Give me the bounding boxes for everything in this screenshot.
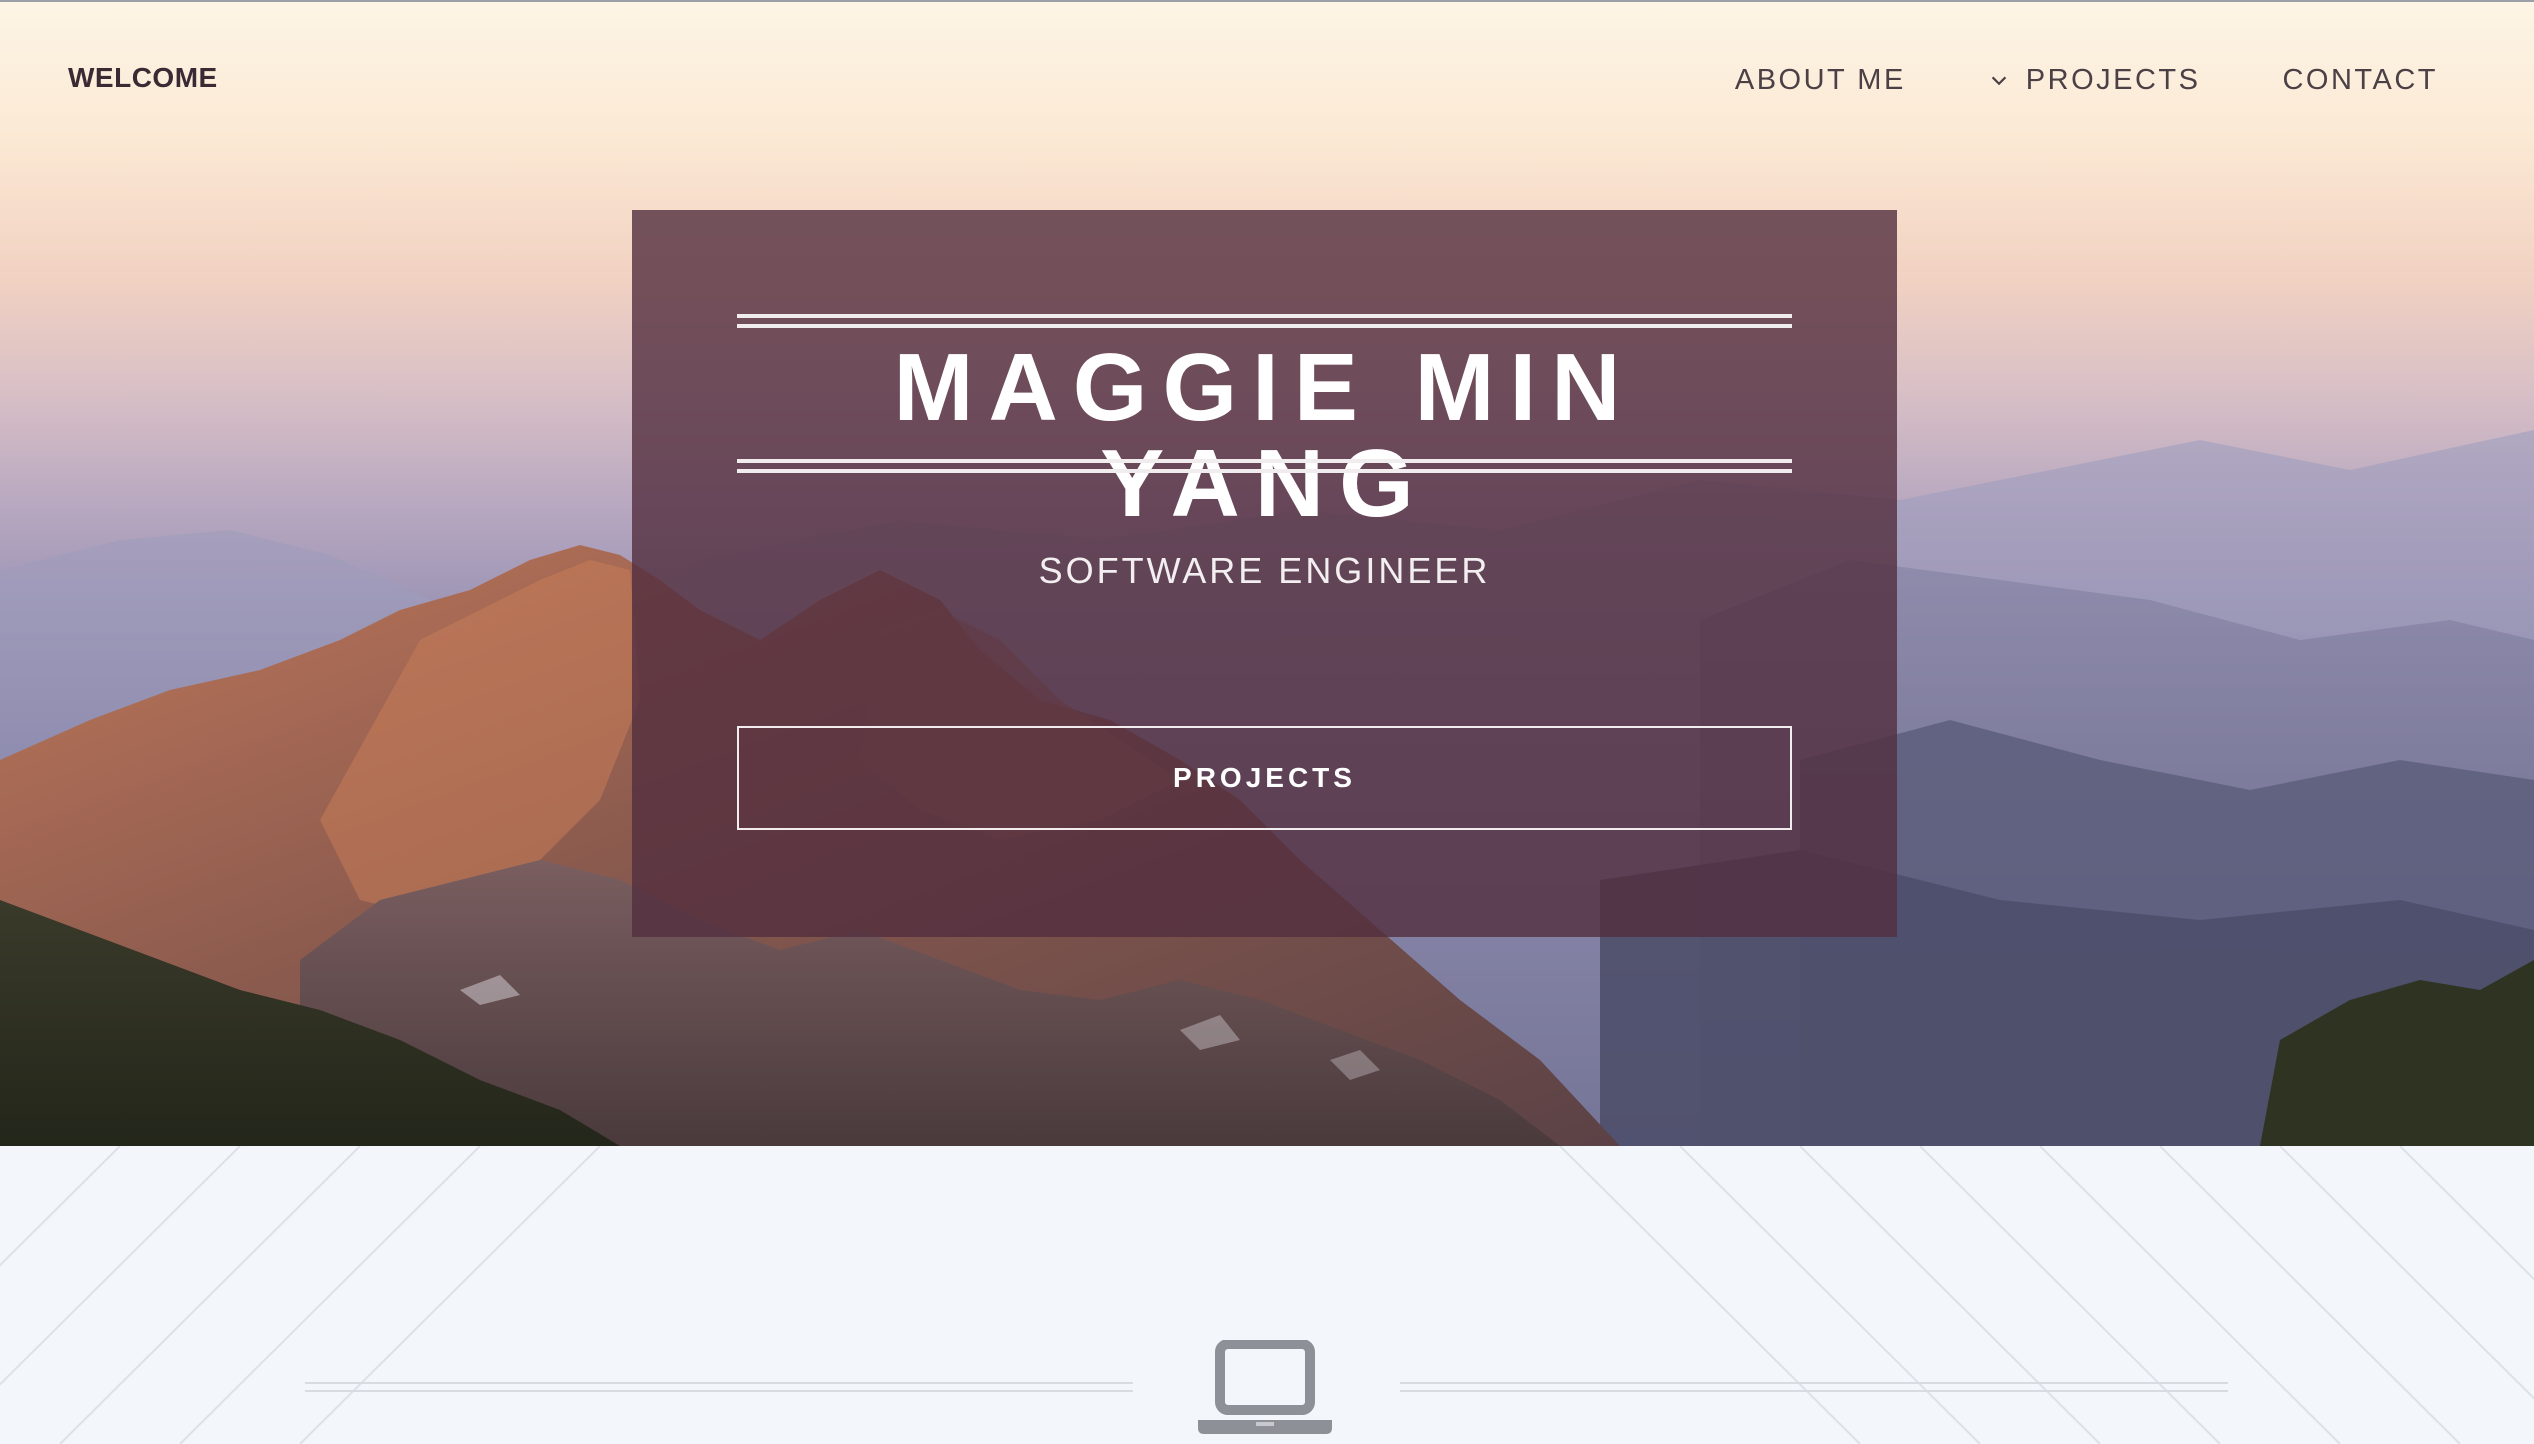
nav-projects[interactable]: PROJECTS bbox=[1988, 64, 2201, 97]
nav-contact[interactable]: CONTACT bbox=[2282, 64, 2438, 97]
title-rule-bottom-2 bbox=[737, 469, 1792, 473]
main-nav: ABOUT ME PROJECTS CONTACT bbox=[1653, 64, 2438, 97]
title-rule-bottom-1 bbox=[737, 459, 1792, 463]
hero-subtitle: SOFTWARE ENGINEER bbox=[1038, 550, 1491, 591]
hero-name: MAGGIE MIN YANG bbox=[893, 334, 1636, 537]
nav-contact-label: CONTACT bbox=[2282, 64, 2438, 96]
window-top-border bbox=[0, 0, 2534, 2]
nav-projects-label: PROJECTS bbox=[2025, 64, 2201, 96]
laptop-icon bbox=[1198, 1340, 1332, 1434]
nav-about-me[interactable]: ABOUT ME bbox=[1735, 64, 1906, 97]
hero-section: WELCOME ABOUT ME PROJECTS CONTACT MAGGIE… bbox=[0, 0, 2534, 1146]
projects-button[interactable]: PROJECTS bbox=[737, 726, 1792, 830]
brand-link[interactable]: WELCOME bbox=[68, 62, 218, 94]
nav-about-me-label: ABOUT ME bbox=[1734, 64, 1906, 96]
page: WELCOME ABOUT ME PROJECTS CONTACT MAGGIE… bbox=[0, 0, 2534, 1444]
title-rule-top-2 bbox=[737, 324, 1792, 328]
projects-section bbox=[0, 1146, 2534, 1444]
section-divider-left bbox=[305, 1382, 1133, 1392]
section-divider-right bbox=[1400, 1382, 2228, 1392]
chevron-down-icon bbox=[1991, 76, 2006, 85]
hero-overlay-panel: MAGGIE MIN YANG SOFTWARE ENGINEER PROJEC… bbox=[632, 210, 1897, 937]
title-rule-top-1 bbox=[737, 314, 1792, 318]
